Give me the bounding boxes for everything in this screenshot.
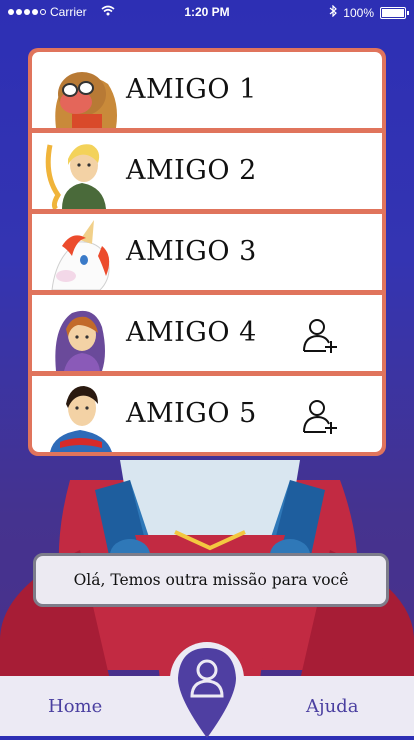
friend-name: AMIGO 4 (126, 317, 257, 348)
message-bubble: Olá, Temos outra missão para você (33, 553, 389, 607)
status-bar: Carrier 1:20 PM 100% (0, 0, 414, 24)
dwarf-avatar-icon (55, 72, 117, 128)
add-friend-icon[interactable] (300, 315, 340, 355)
friend-row-3[interactable]: AMIGO 3 (32, 214, 382, 290)
friend-name: AMIGO 5 (126, 398, 257, 429)
battery-percent: 100% (343, 5, 374, 20)
message-text: Olá, Temos outra missão para você (73, 571, 349, 589)
status-right: 100% (329, 4, 409, 20)
nav-help-link[interactable]: Ajuda (306, 696, 358, 717)
nav-home-link[interactable]: Home (48, 696, 102, 717)
add-friend-icon[interactable] (300, 396, 340, 436)
friend-name: AMIGO 3 (126, 236, 257, 267)
friend-row-5[interactable]: AMIGO 5 (32, 376, 382, 452)
friends-list: AMIGO 1 AMIGO 2 AMIGO 3 AMIGO 4 AMIGO 5 (28, 48, 386, 456)
bluetooth-icon (329, 4, 338, 20)
friend-row-2[interactable]: AMIGO 2 (32, 133, 382, 209)
unicorn-avatar-icon (51, 220, 110, 290)
user-pin-icon[interactable] (168, 640, 246, 740)
friend-row-1[interactable]: AMIGO 1 (32, 52, 382, 128)
battery-icon (380, 6, 409, 19)
hooded-girl-avatar-icon (55, 310, 105, 371)
friend-row-4[interactable]: AMIGO 4 (32, 295, 382, 371)
friend-name: AMIGO 1 (126, 74, 257, 105)
boy-avatar-icon (50, 386, 112, 452)
blond-hero-avatar-icon (45, 144, 106, 209)
friend-name: AMIGO 2 (126, 155, 257, 186)
